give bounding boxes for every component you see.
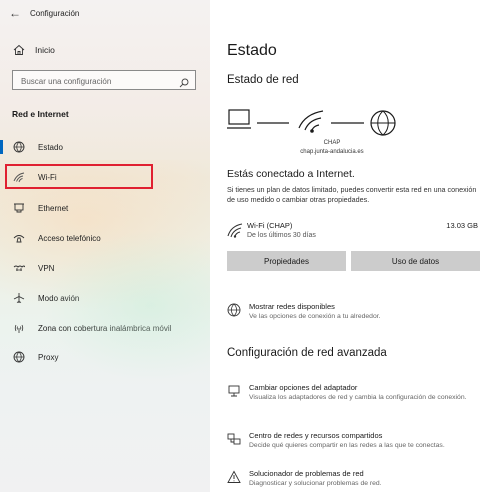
sidebar-item-label: Ethernet [38, 203, 69, 213]
wifi-signal-icon [298, 110, 324, 133]
show-networks-title: Mostrar redes disponibles [249, 302, 335, 311]
show-networks-link[interactable]: Mostrar redes disponibles Ve las opcione… [227, 302, 480, 326]
warning-icon [227, 470, 241, 484]
wifi-usage-period: De los últimos 30 días [247, 232, 316, 239]
connected-title: Estás conectado a Internet. [227, 168, 355, 180]
sidebar-item-vpn[interactable]: VPN [12, 258, 202, 278]
network-domain: chap.junta-andalucia.es [300, 149, 364, 155]
sidebar-item-acceso-telefonico[interactable]: Acceso telefónico [12, 228, 202, 248]
sidebar-item-ethernet[interactable]: Ethernet [12, 198, 202, 218]
back-arrow-icon[interactable]: ← [9, 6, 21, 20]
sidebar-item-modo-avion[interactable]: Modo avión [12, 288, 202, 308]
wifi-usage-name: Wi-Fi (CHAP) [247, 221, 293, 230]
sidebar-item-label: Zona con cobertura inalámbrica móvil [38, 323, 172, 333]
sidebar-item-label: Proxy [38, 352, 59, 362]
sidebar-item-label: Acceso telefónico [38, 233, 101, 243]
troubleshooter-title: Solucionador de problemas de red [249, 469, 364, 478]
wifi-usage-amount: 13.03 GB [446, 221, 478, 230]
sharing-center-link[interactable]: Centro de redes y recursos compartidos D… [227, 431, 480, 455]
selection-indicator [0, 140, 3, 154]
properties-button[interactable]: Propiedades [227, 251, 346, 271]
hotspot-icon [12, 321, 26, 335]
search-input[interactable] [13, 72, 171, 91]
adapter-options-title: Cambiar opciones del adaptador [249, 383, 358, 392]
wifi-icon [227, 222, 243, 243]
sidebar-item-label: VPN [38, 263, 55, 273]
show-networks-desc: Ve las opciones de conexión a tu alreded… [249, 313, 381, 320]
sidebar-item-label: Estado [38, 142, 63, 152]
ethernet-icon [12, 201, 26, 215]
adapter-options-desc: Visualiza los adaptadores de red y cambi… [249, 394, 467, 401]
nav-home-label: Inicio [35, 45, 55, 55]
nav-home[interactable]: Inicio [12, 43, 55, 57]
troubleshooter-link[interactable]: Solucionador de problemas de red Diagnos… [227, 469, 480, 491]
network-status-heading: Estado de red [227, 74, 299, 86]
laptop-icon [227, 109, 251, 129]
advanced-heading: Configuración de red avanzada [227, 347, 387, 359]
window-title: Configuración [30, 9, 80, 18]
network-name: CHAP [323, 140, 341, 146]
main-content: Estado Estado de red CHAP chap.junta-and… [210, 0, 480, 492]
connected-description: Si tienes un plan de datos limitado, pue… [227, 185, 477, 204]
sidebar-item-label: Wi-Fi [38, 172, 57, 182]
sidebar-item-wifi[interactable]: Wi-Fi [12, 167, 202, 187]
sidebar-item-zona-cobertura[interactable]: Zona con cobertura inalámbrica móvil [12, 318, 202, 338]
proxy-globe-icon [12, 350, 26, 364]
adapter-options-link[interactable]: Cambiar opciones del adaptador Visualiza… [227, 383, 480, 415]
wifi-usage-row: Wi-Fi (CHAP) De los últimos 30 días 13.0… [227, 219, 480, 245]
internet-globe-icon [370, 110, 396, 136]
network-diagram [227, 109, 396, 136]
section-title: Red e Internet [12, 109, 69, 119]
sidebar-item-proxy[interactable]: Proxy [12, 347, 202, 367]
network-globe-icon [227, 303, 241, 317]
title-bar: ← Configuración [0, 0, 210, 28]
sidebar-item-label: Modo avión [38, 293, 80, 303]
sidebar: ← Configuración Inicio Red e Internet Es… [0, 0, 210, 492]
sharing-center-icon [227, 432, 241, 446]
search-icon[interactable] [179, 75, 189, 93]
dialup-icon [12, 231, 26, 245]
sharing-center-title: Centro de redes y recursos compartidos [249, 431, 383, 440]
sidebar-item-estado[interactable]: Estado [12, 137, 202, 157]
data-usage-button[interactable]: Uso de datos [351, 251, 480, 271]
status-globe-icon [12, 140, 26, 154]
troubleshooter-desc: Diagnosticar y solucionar problemas de r… [249, 480, 382, 487]
wifi-icon [12, 170, 26, 184]
page-title: Estado [227, 42, 277, 59]
vpn-icon [12, 261, 26, 275]
sharing-center-desc: Decide qué quieres compartir en las rede… [249, 442, 445, 449]
home-icon [12, 43, 26, 57]
adapter-icon [227, 384, 241, 398]
airplane-icon [12, 291, 26, 305]
search-box[interactable] [12, 70, 196, 93]
